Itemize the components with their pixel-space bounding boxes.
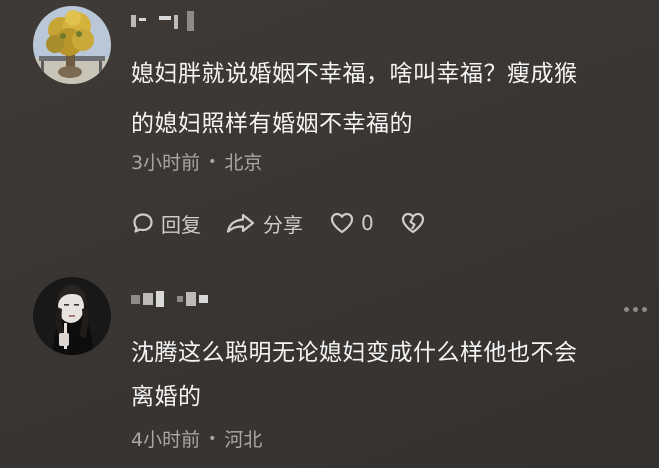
like-count: 0 <box>361 211 374 235</box>
comment-actions: 回复 分享 0 <box>131 206 426 240</box>
broken-heart-icon <box>400 211 426 235</box>
chat-bubble-icon <box>131 211 155 235</box>
more-dots-icon <box>633 307 638 312</box>
avatar[interactable] <box>33 277 111 355</box>
reply-label: 回复 <box>161 212 201 237</box>
more-dots-icon <box>624 307 629 312</box>
dislike-button[interactable] <box>400 211 426 235</box>
comment-meta: 3小时前 • 北京 <box>131 148 262 175</box>
comment-text-line: 的媳妇照样有婚姻不幸福的 <box>131 111 413 137</box>
comment-text-line: 沈腾这么聪明无论媳妇变成什么样他也不会 <box>131 340 578 366</box>
more-options-button[interactable] <box>624 307 647 312</box>
comment-time: 3小时前 <box>131 152 201 174</box>
more-dots-icon <box>642 307 647 312</box>
meta-separator: • <box>208 430 217 447</box>
comment-time: 4小时前 <box>131 429 201 451</box>
share-button[interactable]: 分享 <box>225 209 303 238</box>
username-redacted[interactable] <box>131 10 194 32</box>
share-arrow-icon <box>225 211 257 235</box>
comment-item: 沈腾这么聪明无论媳妇变成什么样他也不会 离婚的 4小时前 • 河北 <box>0 270 659 468</box>
comment-location: 北京 <box>224 152 263 174</box>
like-button[interactable]: 0 <box>329 211 374 235</box>
meta-separator: • <box>208 153 217 170</box>
comment-item: 媳妇胖就说婚姻不幸福，啥叫幸福？瘦成猴 的媳妇照样有婚姻不幸福的 3小时前 • … <box>0 0 659 250</box>
reply-button[interactable]: 回复 <box>131 209 201 238</box>
comment-location: 河北 <box>224 429 263 451</box>
username-redacted[interactable] <box>131 288 208 310</box>
comment-text: 沈腾这么聪明无论媳妇变成什么样他也不会 离婚的 <box>131 334 636 416</box>
comment-text: 媳妇胖就说婚姻不幸福，啥叫幸福？瘦成猴 的媳妇照样有婚姻不幸福的 <box>131 55 636 143</box>
heart-icon <box>329 211 355 235</box>
avatar[interactable] <box>33 6 111 84</box>
comment-meta: 4小时前 • 河北 <box>131 425 262 452</box>
comment-text-line: 媳妇胖就说婚姻不幸福，啥叫幸福？瘦成猴 <box>131 61 578 87</box>
share-label: 分享 <box>263 212 303 237</box>
comment-text-line: 离婚的 <box>131 384 202 410</box>
